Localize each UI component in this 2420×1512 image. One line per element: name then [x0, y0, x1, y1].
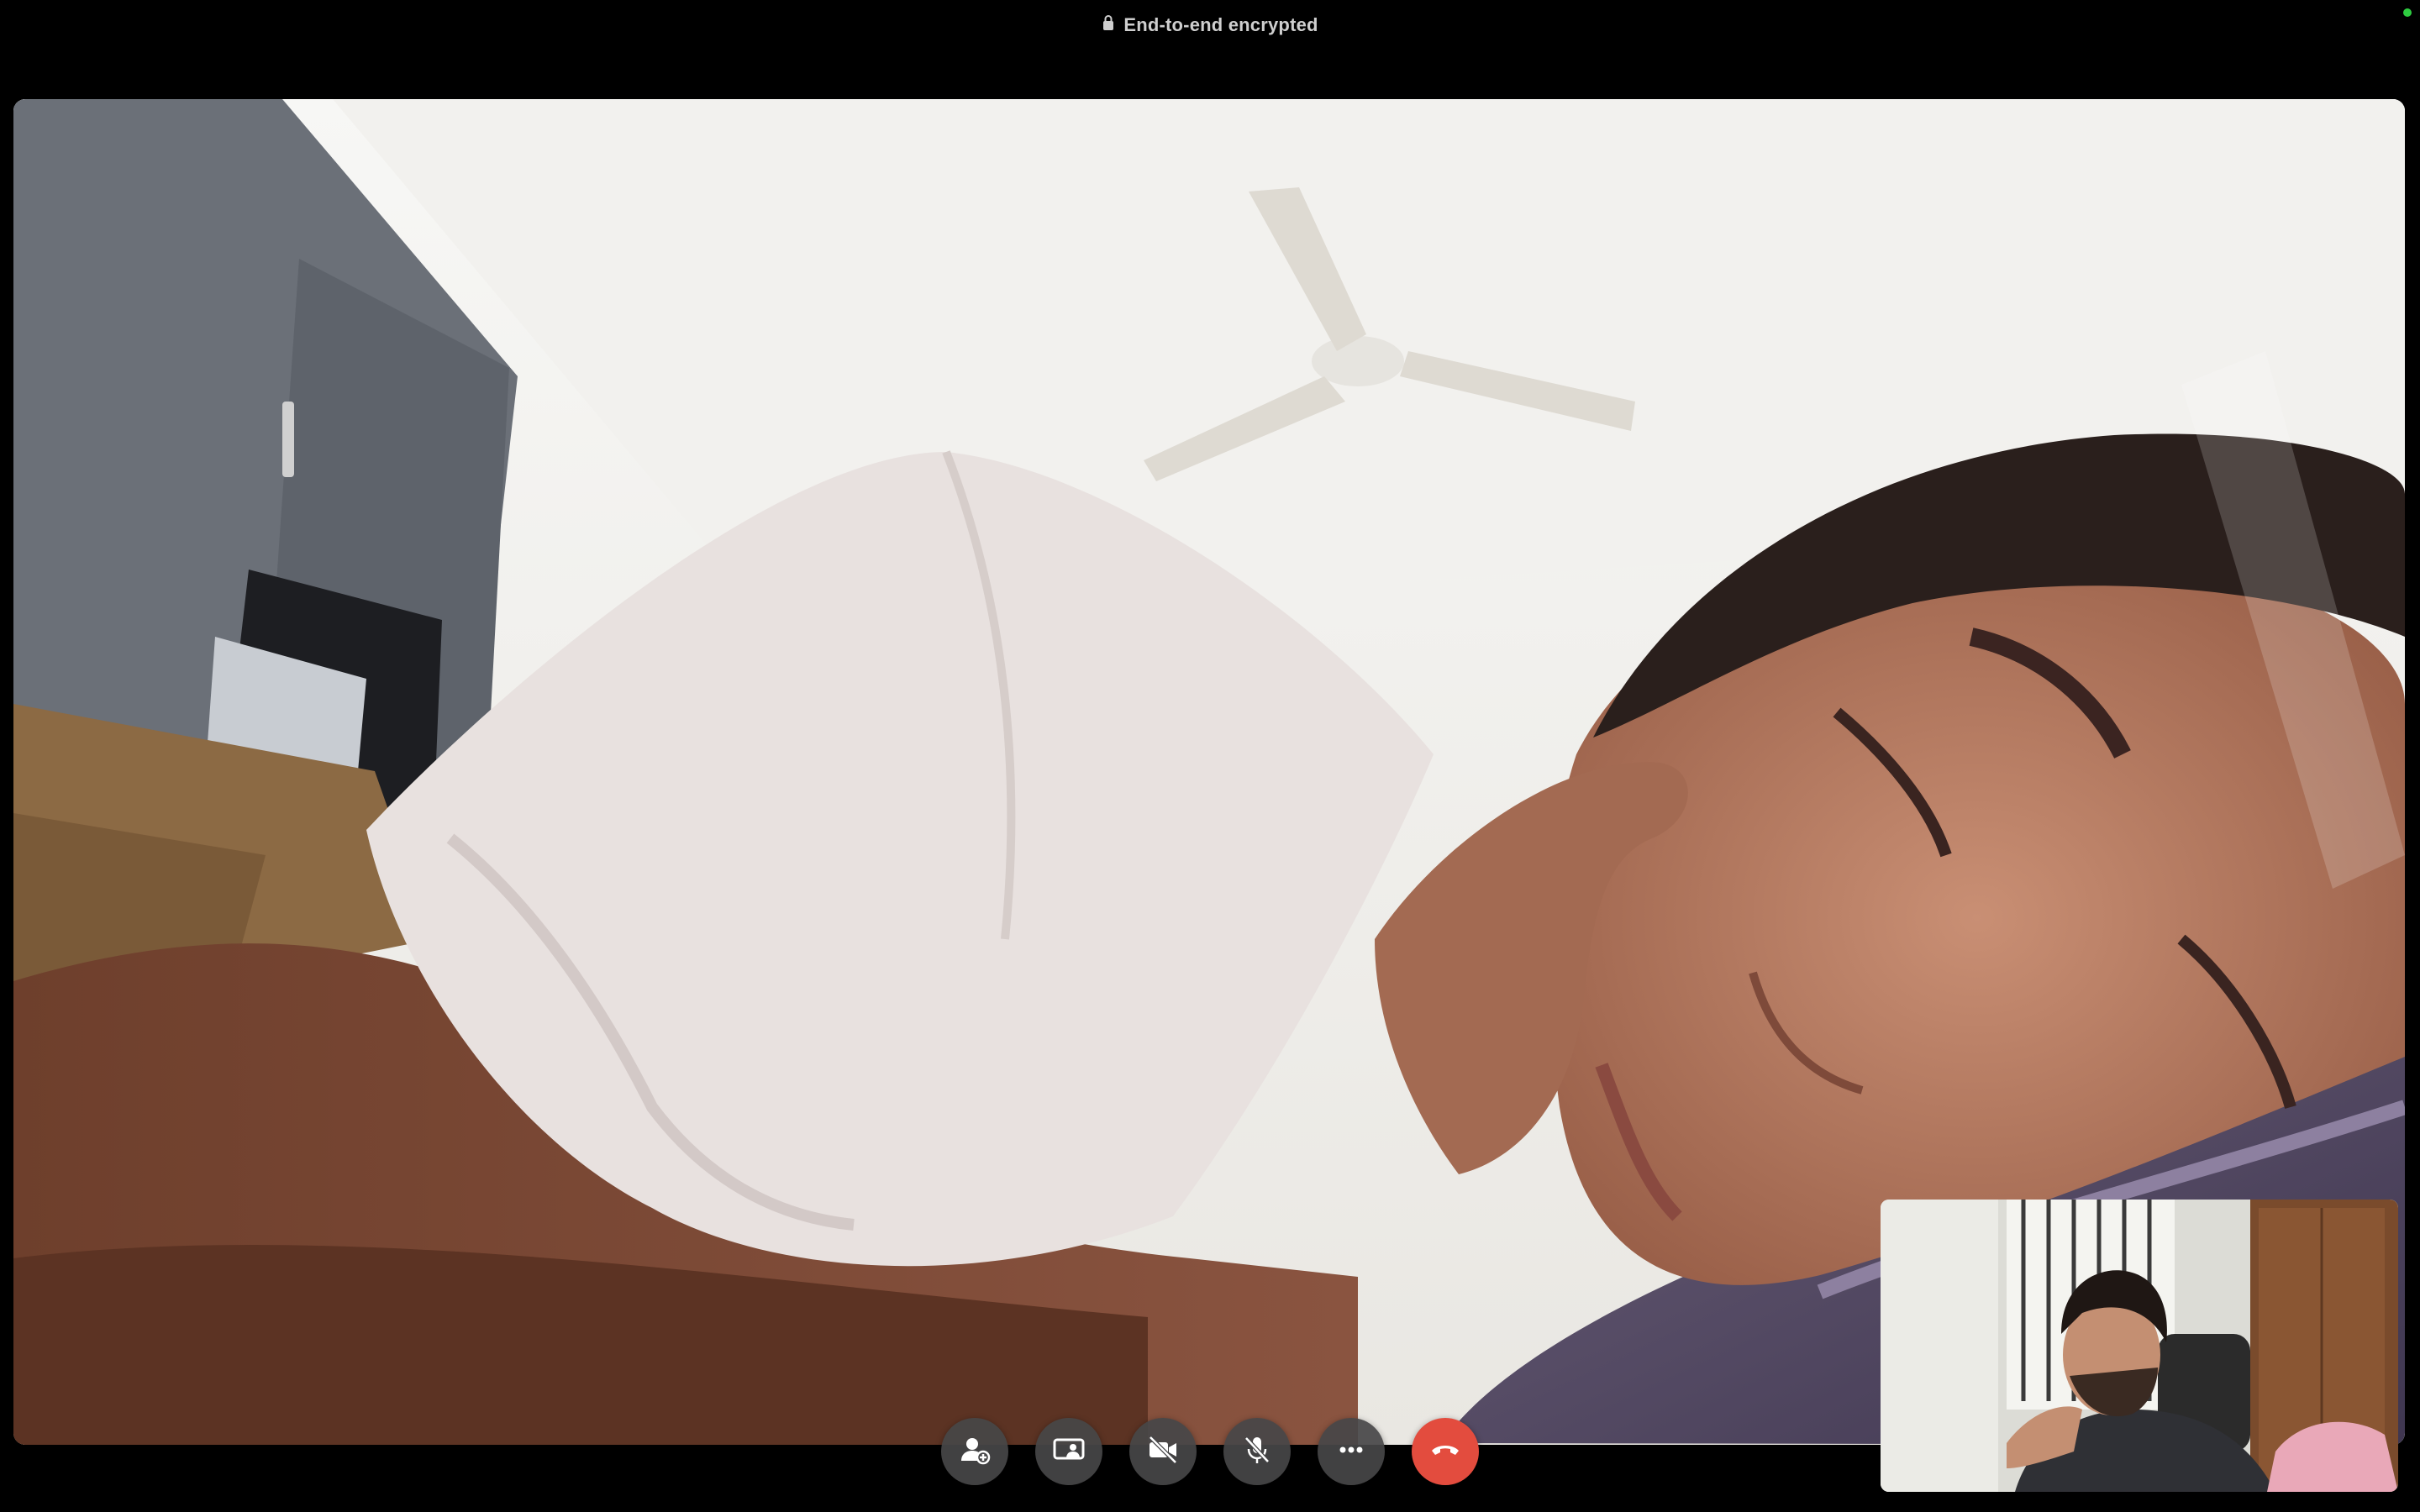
lock-icon	[1102, 14, 1115, 36]
ellipsis-icon	[1334, 1432, 1369, 1472]
call-controls	[941, 1418, 1479, 1485]
call-header: End-to-end encrypted	[0, 0, 2420, 50]
self-view-frame	[1881, 1200, 2398, 1492]
mic-toggle-button[interactable]	[1223, 1418, 1291, 1485]
screen-share-icon	[1051, 1432, 1086, 1472]
mic-off-icon	[1239, 1432, 1275, 1472]
self-view-video[interactable]	[1881, 1200, 2398, 1492]
add-person-icon	[957, 1432, 992, 1472]
video-off-icon	[1145, 1432, 1181, 1472]
phone-hangup-icon	[1428, 1432, 1463, 1472]
encryption-status: End-to-end encrypted	[1102, 14, 1318, 36]
encryption-label: End-to-end encrypted	[1123, 14, 1318, 35]
video-call-window: End-to-end encrypted	[0, 0, 2420, 1512]
connection-status-indicator	[2403, 8, 2412, 17]
video-toggle-button[interactable]	[1129, 1418, 1197, 1485]
share-screen-button[interactable]	[1035, 1418, 1102, 1485]
add-participant-button[interactable]	[941, 1418, 1008, 1485]
end-call-button[interactable]	[1412, 1418, 1479, 1485]
more-options-button[interactable]	[1318, 1418, 1385, 1485]
